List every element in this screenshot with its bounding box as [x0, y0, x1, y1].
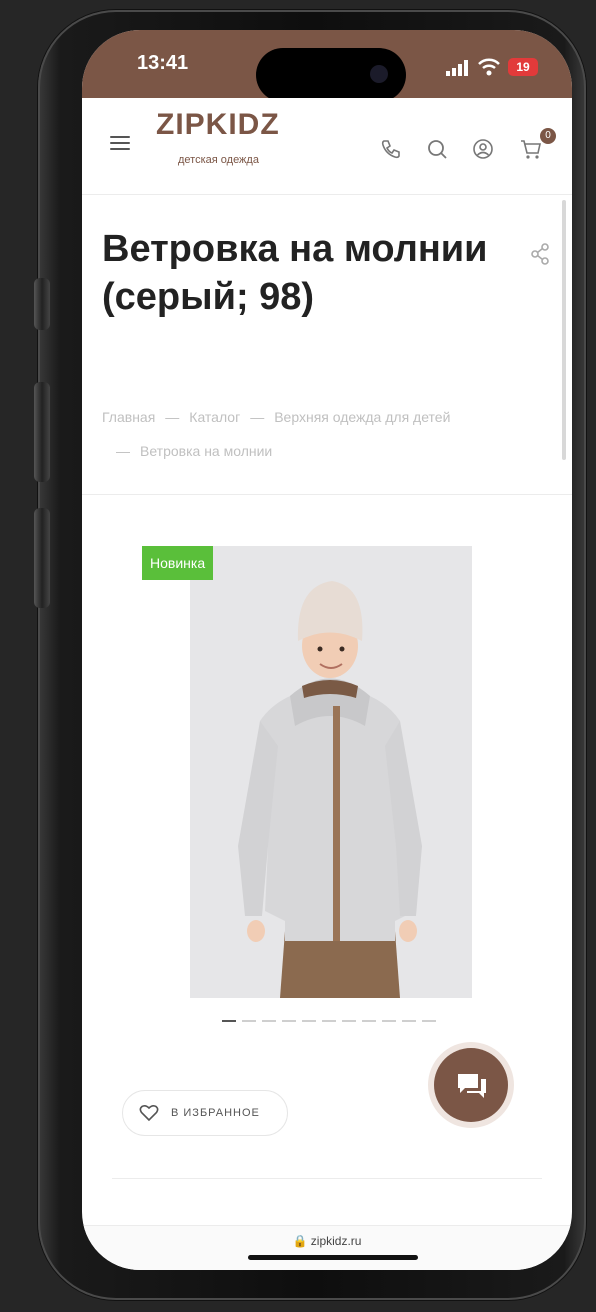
- camera-icon: [370, 65, 388, 83]
- gallery-dot[interactable]: [282, 1020, 296, 1022]
- breadcrumb-link[interactable]: Каталог: [189, 409, 240, 425]
- logo-subtitle: детская одежда: [178, 154, 259, 166]
- divider: [82, 494, 572, 495]
- account-icon[interactable]: [472, 138, 494, 160]
- breadcrumb-separator: —: [250, 409, 265, 425]
- product-photo-illustration: [190, 546, 472, 998]
- gallery-dot[interactable]: [322, 1020, 336, 1022]
- volume-up-button: [34, 382, 50, 482]
- signal-icon: [446, 60, 468, 76]
- search-icon[interactable]: [426, 138, 448, 160]
- breadcrumb-separator: —: [165, 409, 180, 425]
- cart-count-badge: 0: [540, 128, 556, 144]
- breadcrumb-current: Ветровка на молнии: [140, 443, 273, 459]
- favorites-label: В ИЗБРАННОЕ: [171, 1107, 260, 1119]
- gallery-dot[interactable]: [342, 1020, 356, 1022]
- share-icon[interactable]: [530, 242, 550, 266]
- gallery-dot[interactable]: [402, 1020, 416, 1022]
- menu-icon[interactable]: [110, 136, 130, 150]
- scrollbar[interactable]: [562, 200, 566, 460]
- divider: [112, 1178, 542, 1179]
- gallery-dot[interactable]: [242, 1020, 256, 1022]
- gallery-dot-active[interactable]: [222, 1020, 236, 1022]
- gallery-dot[interactable]: [382, 1020, 396, 1022]
- url-bar[interactable]: 🔒 zipkidz.ru: [82, 1234, 572, 1248]
- wifi-icon: [478, 58, 500, 76]
- url-text[interactable]: zipkidz.ru: [311, 1234, 362, 1248]
- breadcrumb-link[interactable]: Главная: [102, 409, 155, 425]
- gallery-dot[interactable]: [422, 1020, 436, 1022]
- status-time: 13:41: [137, 52, 189, 74]
- home-indicator[interactable]: [248, 1255, 418, 1260]
- site-logo[interactable]: ZIPKIDZ: [156, 108, 280, 142]
- volume-down-button: [34, 508, 50, 608]
- cart-icon[interactable]: [520, 138, 542, 160]
- gallery-dot[interactable]: [302, 1020, 316, 1022]
- new-badge: Новинка: [142, 546, 214, 580]
- gallery-dot[interactable]: [262, 1020, 276, 1022]
- breadcrumb-separator: —: [116, 443, 130, 459]
- phone-screen: 13:41 19 ZIPKIDZ детская одежда 0 Ветров…: [82, 30, 572, 1270]
- dynamic-island: [256, 48, 406, 102]
- browser-bottom-bar: 🔒 zipkidz.ru: [82, 1225, 572, 1270]
- chat-button[interactable]: [434, 1048, 508, 1122]
- phone-icon[interactable]: [380, 138, 402, 160]
- chat-icon: [458, 1074, 486, 1098]
- page-title: Ветровка на молнии (серый; 98): [102, 228, 488, 318]
- add-to-favorites-button[interactable]: В ИЗБРАННОЕ: [122, 1090, 288, 1136]
- product-image[interactable]: [190, 546, 472, 998]
- lock-icon: 🔒: [292, 1234, 308, 1248]
- action-button: [34, 278, 50, 330]
- gallery-pagination[interactable]: [222, 1020, 436, 1022]
- status-bar: 13:41 19: [82, 30, 572, 102]
- heart-icon: [139, 1104, 159, 1122]
- breadcrumb-link[interactable]: Верхняя одежда для детей: [274, 409, 450, 425]
- breadcrumb: Главная — Каталог — Верхняя одежда для детей…: [102, 400, 562, 468]
- battery-indicator: 19: [508, 58, 538, 76]
- site-header: ZIPKIDZ детская одежда 0: [82, 98, 572, 195]
- gallery-dot[interactable]: [362, 1020, 376, 1022]
